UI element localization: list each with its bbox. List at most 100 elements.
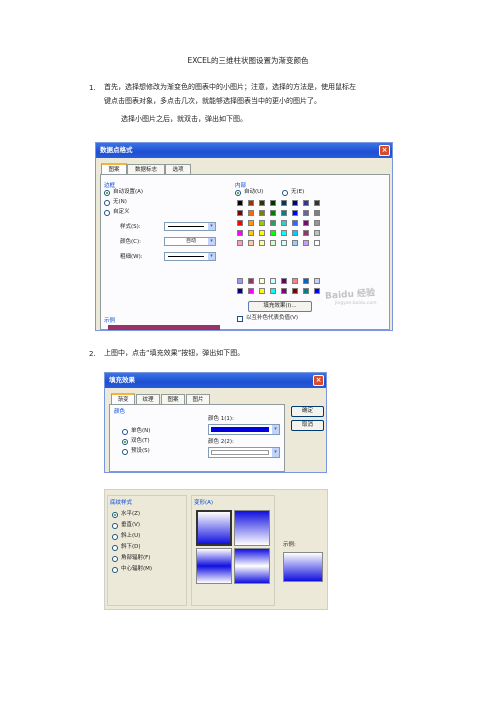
fill-effects-button[interactable]: 填充效果(I)... [248, 301, 312, 312]
color-swatch[interactable] [281, 200, 287, 206]
sample-label: 示例 [104, 318, 116, 324]
step-1-line-2: 键点击图表对象，多点击几次，就能够选择图表当中的更小的图片了。 [104, 97, 321, 105]
variant-swatch-3[interactable] [196, 548, 232, 584]
color-swatch[interactable] [281, 288, 287, 294]
color-swatch[interactable] [248, 278, 254, 284]
color-swatch[interactable] [303, 200, 309, 206]
color-swatch[interactable] [281, 210, 287, 216]
cancel-button[interactable]: 取消 [291, 420, 324, 431]
color-swatch[interactable] [303, 230, 309, 236]
color-swatch[interactable] [292, 220, 298, 226]
border-weight-label: 粗细(W): [120, 254, 143, 260]
color-swatch[interactable] [314, 210, 320, 216]
border-weight-select[interactable]: ▾ [164, 252, 216, 261]
color-swatch[interactable] [314, 278, 320, 284]
color-swatch[interactable] [237, 200, 243, 206]
color-swatch[interactable] [237, 240, 243, 246]
color-swatch[interactable] [281, 240, 287, 246]
line-style-preview [168, 226, 204, 227]
color-swatch[interactable] [237, 210, 243, 216]
close-icon[interactable]: × [379, 145, 390, 156]
color-swatch[interactable] [237, 230, 243, 236]
color-swatch[interactable] [248, 220, 254, 226]
color-swatch[interactable] [314, 220, 320, 226]
sample-swatch [108, 325, 220, 330]
shading-styles-label: 底纹样式 [110, 500, 133, 506]
area-auto-radio[interactable] [235, 190, 241, 196]
color-swatch[interactable] [303, 210, 309, 216]
color-swatch[interactable] [259, 288, 265, 294]
color-swatch[interactable] [270, 240, 276, 246]
format-data-point-dialog: 数据点格式 × 图案 数据标志 选项 边框 自动设置(A) 无(N) 自定义 样… [95, 142, 393, 331]
variant-swatch-2[interactable] [234, 510, 270, 546]
color-swatch[interactable] [237, 278, 243, 284]
color-swatch[interactable] [248, 288, 254, 294]
color-swatch[interactable] [292, 288, 298, 294]
color-swatch[interactable] [248, 240, 254, 246]
color-swatch[interactable] [303, 278, 309, 284]
color-swatch[interactable] [292, 210, 298, 216]
color-swatch[interactable] [259, 210, 265, 216]
from-center-radio[interactable] [112, 567, 118, 573]
color-swatch[interactable] [270, 210, 276, 216]
color-swatch[interactable] [281, 278, 287, 284]
color-swatch[interactable] [270, 278, 276, 284]
border-none-radio[interactable] [104, 200, 110, 206]
color-swatch[interactable] [270, 200, 276, 206]
two-colors-radio[interactable] [122, 439, 128, 445]
color-swatch[interactable] [292, 240, 298, 246]
color-swatch[interactable] [303, 288, 309, 294]
watermark-url: jingyan.baidu.com [335, 301, 377, 306]
color-2-select[interactable]: ▾ [208, 447, 280, 458]
one-color-label: 单色(N) [131, 428, 151, 434]
color-swatch[interactable] [259, 220, 265, 226]
area-none-radio[interactable] [282, 190, 288, 196]
tab-gradient[interactable]: 渐变 [111, 393, 135, 404]
color-swatch[interactable] [237, 288, 243, 294]
color-swatch[interactable] [270, 230, 276, 236]
color-swatch[interactable] [270, 288, 276, 294]
color-swatch[interactable] [292, 200, 298, 206]
from-corner-radio[interactable] [112, 556, 118, 562]
horizontal-radio[interactable] [112, 512, 118, 518]
color-swatch[interactable] [292, 278, 298, 284]
area-auto-label: 自动(U) [244, 189, 264, 195]
color-swatch[interactable] [314, 288, 320, 294]
from-center-label: 中心辐射(M) [121, 566, 153, 572]
border-custom-radio[interactable] [104, 210, 110, 216]
tab-patterns[interactable]: 图案 [101, 163, 127, 174]
color-swatch[interactable] [303, 240, 309, 246]
color-swatch[interactable] [259, 230, 265, 236]
vertical-radio[interactable] [112, 523, 118, 529]
color-swatch[interactable] [259, 200, 265, 206]
one-color-radio[interactable] [122, 429, 128, 435]
color-swatch[interactable] [281, 230, 287, 236]
color-swatch[interactable] [248, 230, 254, 236]
color-swatch[interactable] [248, 200, 254, 206]
preset-radio[interactable] [122, 449, 128, 455]
diagonal-down-radio[interactable] [112, 545, 118, 551]
color-swatch[interactable] [237, 220, 243, 226]
color-swatch[interactable] [281, 220, 287, 226]
color-swatch[interactable] [259, 240, 265, 246]
color-swatch[interactable] [259, 278, 265, 284]
close-icon[interactable]: × [313, 375, 324, 386]
border-color-select[interactable]: 自动 ▾ [164, 237, 216, 246]
border-auto-radio[interactable] [104, 190, 110, 196]
invert-negative-checkbox[interactable] [237, 316, 243, 322]
sample-label: 示例: [283, 542, 296, 548]
variant-swatch-4[interactable] [234, 548, 270, 584]
color-1-select[interactable]: ▾ [208, 424, 280, 435]
dialog-title: 数据点格式 [100, 146, 133, 154]
color-swatch[interactable] [292, 230, 298, 236]
color-swatch[interactable] [248, 210, 254, 216]
color-swatch[interactable] [303, 220, 309, 226]
diagonal-up-radio[interactable] [112, 534, 118, 540]
border-style-select[interactable]: ▾ [164, 222, 216, 231]
color-swatch[interactable] [314, 200, 320, 206]
color-swatch[interactable] [314, 230, 320, 236]
color-swatch[interactable] [270, 220, 276, 226]
variant-swatch-1[interactable] [196, 510, 232, 546]
ok-button[interactable]: 确定 [291, 406, 324, 417]
color-swatch[interactable] [314, 240, 320, 246]
